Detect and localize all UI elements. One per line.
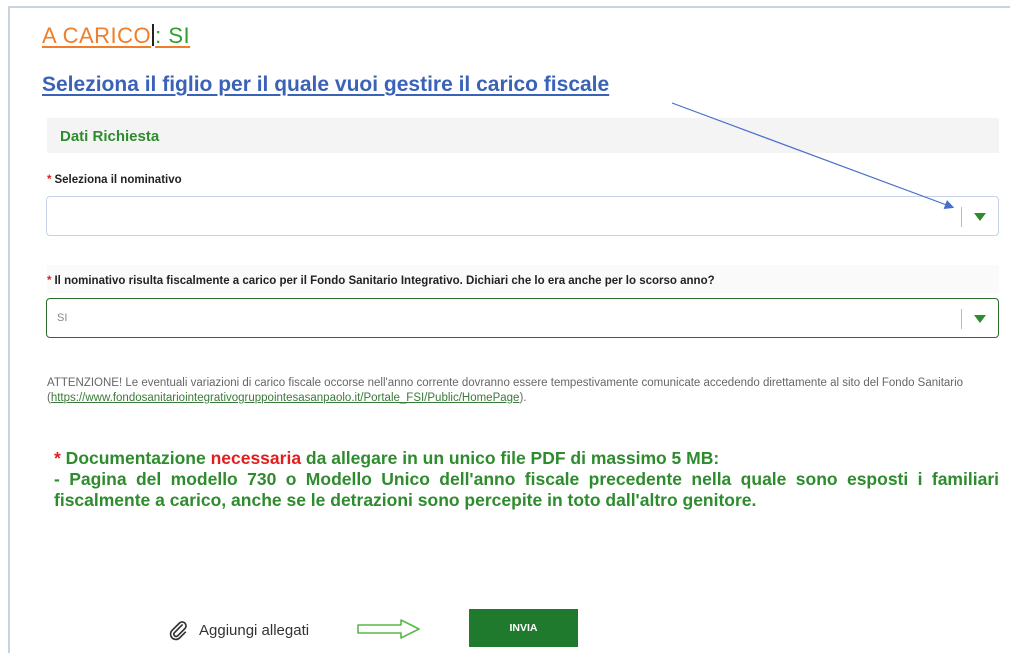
nominativo-select[interactable] [46,196,999,236]
required-marker: * [47,275,52,287]
attach-files-button[interactable]: Aggiungi allegati [167,616,309,644]
chevron-down-icon[interactable] [974,213,986,221]
question-value: SI [57,312,68,324]
section-header: Dati Richiesta [47,118,999,153]
notice-text-after: ). [519,392,527,404]
select-divider [961,207,962,227]
page-title: A CARICO: SI [42,23,190,49]
title-value: : SI [155,23,191,48]
section-title: Dati Richiesta [60,128,160,145]
attach-files-label: Aggiungi allegati [199,621,310,639]
send-button[interactable]: INVIA [469,609,578,647]
question-label: * Il nominativo risulta fiscalmente a car… [47,275,715,287]
page-subtitle: Seleziona il figlio per il quale vuoi ge… [42,73,610,96]
docs-line1-b: da allegare in un unico file PDF di mass… [301,448,720,468]
select-divider [961,309,962,329]
fondo-sanitario-link[interactable]: https://www.fondosanitariointegrativogru… [51,392,520,404]
title-prefix: A CARICO [42,23,152,48]
docs-line1-a: Documentazione [60,448,211,468]
docs-necessary: necessaria [210,448,302,468]
chevron-down-icon[interactable] [974,315,986,323]
documents-instructions: * Documentazione necessaria da allegare … [54,448,999,511]
question-label-text: Il nominativo risulta fiscalmente a cari… [54,275,715,287]
nominativo-label-text: Seleziona il nominativo [54,174,182,186]
right-arrow-icon [357,619,420,639]
notice-text: ATTENZIONE! Le eventuali variazioni di c… [47,376,1003,406]
nominativo-label: * Seleziona il nominativo [47,174,182,186]
docs-line2: - Pagina del modello 730 o Modello Unico… [54,469,999,510]
question-select[interactable]: SI [46,298,999,338]
paperclip-icon [169,621,187,641]
text-cursor [152,24,155,46]
docs-star: * [54,448,61,468]
required-marker: * [47,174,52,186]
